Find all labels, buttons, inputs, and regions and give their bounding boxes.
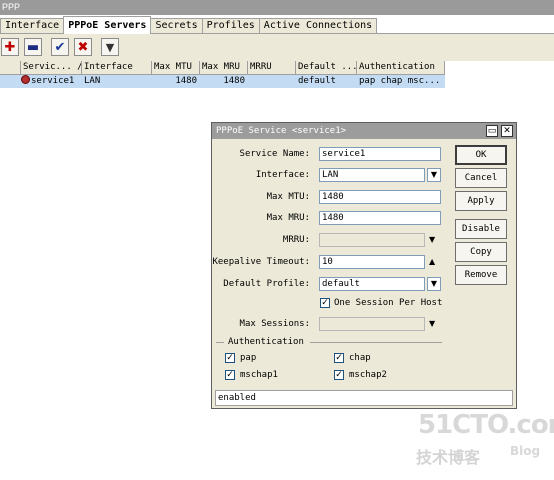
- dropdown-icon: ▼: [430, 170, 438, 179]
- chap-label: chap: [349, 353, 371, 363]
- chap-checkbox[interactable]: ✓: [334, 353, 344, 363]
- status-bar: enabled: [215, 390, 513, 406]
- cell-default-profile: default: [298, 76, 336, 86]
- one-session-label: One Session Per Host: [334, 298, 443, 308]
- mschap2-label: mschap2: [349, 370, 387, 380]
- column-header-interface[interactable]: Interface: [82, 61, 152, 75]
- restore-button[interactable]: ▭: [486, 125, 498, 137]
- max-sessions-field[interactable]: [319, 317, 425, 331]
- cell-service: service1: [21, 75, 82, 88]
- pppoe-service-dialog: PPPoE Service <service1> ▭ ✕ Service Nam…: [211, 122, 517, 409]
- default-profile-label: Default Profile:: [223, 279, 310, 289]
- cell-mrru: [248, 75, 296, 88]
- cell-max-mru: 1480: [223, 76, 245, 86]
- one-session-checkbox[interactable]: ✓: [320, 298, 330, 308]
- check-icon: ✓: [321, 298, 329, 308]
- disable-button[interactable]: Disable: [455, 219, 507, 239]
- tab-profiles[interactable]: Profiles: [201, 18, 260, 34]
- max-sessions-expand-icon[interactable]: ▼: [429, 317, 435, 331]
- dropdown-icon: ▼: [430, 279, 438, 288]
- mrru-label: MRRU:: [282, 235, 310, 245]
- watermark: 51CTO.com 技术博客 Blog: [414, 408, 554, 468]
- column-header-blank: [0, 61, 21, 75]
- interface-dropdown-button[interactable]: ▼: [427, 168, 441, 182]
- enable-button[interactable]: ✔: [51, 38, 69, 56]
- add-button[interactable]: ✚: [1, 38, 19, 56]
- table-header: Servic... / Interface Max MTU Max MRU MR…: [0, 61, 445, 75]
- interface-select[interactable]: LAN: [319, 168, 425, 182]
- max-mru-label: Max MRU:: [266, 213, 310, 223]
- interface-label: Interface:: [255, 170, 310, 180]
- service-name-field[interactable]: service1: [319, 147, 441, 161]
- mrru-field[interactable]: [319, 233, 425, 247]
- apply-button[interactable]: Apply: [455, 191, 507, 211]
- max-mtu-field[interactable]: 1480: [319, 190, 441, 204]
- column-header-mrru[interactable]: MRRU: [248, 61, 296, 75]
- watermark-blog: Blog: [510, 444, 541, 458]
- column-header-max-mru[interactable]: Max MRU: [200, 61, 248, 75]
- filter-button[interactable]: ▼: [101, 38, 119, 56]
- section-divider-right: [310, 342, 442, 343]
- column-header-service[interactable]: Servic... /: [21, 61, 82, 75]
- max-mru-field[interactable]: 1480: [319, 211, 441, 225]
- mrru-expand-icon[interactable]: ▼: [429, 233, 435, 247]
- check-icon: ✓: [335, 370, 343, 380]
- close-button[interactable]: ✕: [501, 125, 513, 137]
- pap-checkbox[interactable]: ✓: [225, 353, 235, 363]
- watermark-site: 51CTO.com: [418, 410, 554, 440]
- tab-pppoe-servers[interactable]: PPPoE Servers: [63, 16, 152, 34]
- minus-icon: ▬: [26, 39, 40, 55]
- check-icon: ✓: [226, 353, 234, 363]
- column-header-authentication[interactable]: Authentication: [357, 61, 445, 75]
- tab-bar: Interface PPPoE Servers Secrets Profiles…: [0, 16, 378, 34]
- column-header-max-mtu[interactable]: Max MTU: [152, 61, 200, 75]
- disable-button[interactable]: ✖: [74, 38, 92, 56]
- remove-button[interactable]: ▬: [24, 38, 42, 56]
- watermark-tagline: 技术博客: [416, 448, 481, 467]
- table-row[interactable]: service1 LAN 1480 1480 default pap chap …: [0, 75, 445, 88]
- mschap1-checkbox[interactable]: ✓: [225, 370, 235, 380]
- close-icon: ✕: [503, 126, 511, 136]
- column-header-default-profile[interactable]: Default ...: [296, 61, 357, 75]
- cancel-button[interactable]: Cancel: [455, 168, 507, 188]
- tab-secrets[interactable]: Secrets: [150, 18, 203, 34]
- pap-label: pap: [240, 353, 257, 363]
- service-icon: [21, 75, 30, 84]
- tab-interface[interactable]: Interface: [0, 18, 65, 34]
- remove-button[interactable]: Remove: [455, 265, 507, 285]
- default-profile-dropdown-button[interactable]: ▼: [427, 277, 441, 291]
- keepalive-timeout-label: Keepalive Timeout:: [212, 257, 310, 267]
- restore-icon: ▭: [487, 126, 497, 136]
- check-icon: ✓: [335, 353, 343, 363]
- row-marker: [0, 75, 21, 88]
- cell-max-mtu: 1480: [175, 76, 197, 86]
- section-divider-left: [216, 342, 224, 343]
- plus-icon: ✚: [4, 39, 16, 55]
- keepalive-collapse-icon[interactable]: ▲: [429, 255, 435, 269]
- toolbar: ✚ ▬ ✔ ✖ ▼: [0, 34, 554, 61]
- x-icon: ✖: [77, 39, 89, 55]
- check-icon: ✔: [54, 39, 66, 55]
- window-title: PPP: [0, 0, 554, 15]
- authentication-section-label: Authentication: [228, 337, 304, 347]
- keepalive-timeout-field[interactable]: 10: [319, 255, 425, 269]
- ok-button[interactable]: OK: [455, 145, 507, 165]
- filter-icon: ▼: [105, 40, 115, 54]
- mschap2-checkbox[interactable]: ✓: [334, 370, 344, 380]
- service-name-label: Service Name:: [239, 149, 310, 159]
- default-profile-select[interactable]: default: [319, 277, 425, 291]
- cell-interface: LAN: [84, 76, 101, 86]
- max-mtu-label: Max MTU:: [266, 192, 310, 202]
- dialog-title: PPPoE Service <service1>: [212, 123, 516, 139]
- max-sessions-label: Max Sessions:: [239, 319, 310, 329]
- tab-active-connections[interactable]: Active Connections: [258, 18, 378, 34]
- cell-authentication: pap chap msc...: [359, 76, 441, 86]
- copy-button[interactable]: Copy: [455, 242, 507, 262]
- mschap1-label: mschap1: [240, 370, 278, 380]
- check-icon: ✓: [226, 370, 234, 380]
